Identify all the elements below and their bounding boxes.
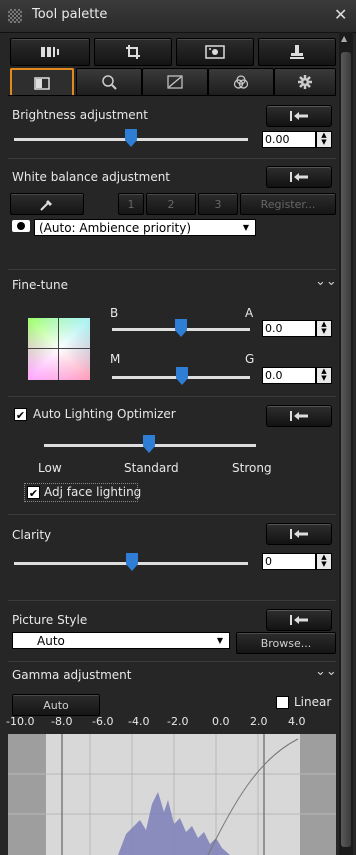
linear-label: Linear (294, 695, 332, 709)
tab-tone-curve[interactable] (142, 68, 208, 96)
picture-style-label: Picture Style (12, 613, 88, 627)
gear-icon (298, 75, 312, 89)
white-balance-select-value: (Auto: Ambience priority) (39, 220, 192, 235)
white-balance-reset-button[interactable] (266, 166, 332, 188)
dropdown-arrow-icon: ▼ (216, 636, 223, 645)
fine-tune-g-label: G (245, 352, 255, 366)
wb-register-button[interactable]: Register... (240, 193, 336, 215)
browse-button[interactable]: Browse... (236, 632, 336, 654)
gamma-tick-label: -10.0 (6, 715, 35, 728)
picture-style-reset-button[interactable] (266, 609, 332, 631)
basic-tool-button[interactable] (10, 38, 90, 66)
linear-checkbox[interactable] (276, 696, 289, 709)
grip-icon (8, 9, 22, 23)
picture-style-select[interactable]: Auto ▼ (12, 632, 230, 649)
clarity-label: Clarity (12, 528, 52, 542)
fine-tune-mg-spinner[interactable]: ▲ ▼ (316, 367, 332, 384)
fine-tune-ba-thumb[interactable] (175, 319, 187, 337)
white-balance-label: White balance adjustment (12, 170, 171, 184)
wb-slot-2-button[interactable]: 2 (146, 193, 196, 215)
reset-arrow-icon (290, 615, 308, 625)
gamma-histogram[interactable] (8, 734, 336, 855)
fine-tune-mg-input[interactable]: 0.0 (262, 367, 316, 384)
wb-slot-1-button[interactable]: 1 (118, 193, 144, 215)
film-strip-icon (41, 47, 59, 57)
fine-tune-ba-input[interactable]: 0.0 (262, 320, 316, 337)
gamma-tick-label: -2.0 (167, 715, 189, 728)
close-button[interactable]: ✕ (334, 5, 347, 24)
picture-style-select-value: Auto (37, 633, 65, 648)
spot-removal-icon (205, 45, 225, 59)
gamma-label: Gamma adjustment (12, 668, 132, 682)
clarity-slider-thumb[interactable] (126, 553, 138, 571)
window-title: Tool palette (32, 7, 108, 22)
tone-curve-icon (167, 75, 183, 89)
tab-basic-image[interactable] (10, 68, 74, 96)
fine-tune-a-label: A (245, 306, 254, 320)
reset-arrow-icon (290, 411, 308, 421)
gamma-tick-label: 0.0 (212, 715, 230, 728)
collapse-chevron-icon[interactable]: ⌄⌄ (315, 664, 337, 679)
alo-standard-label: Standard (124, 461, 179, 475)
reset-arrow-icon (290, 111, 308, 121)
brightness-reset-button[interactable] (266, 105, 332, 127)
wb-slot-3-button[interactable]: 3 (198, 193, 238, 215)
brightness-spinner[interactable]: ▲ ▼ (316, 131, 332, 148)
color-circles-icon (233, 75, 249, 89)
tab-detail[interactable] (76, 68, 142, 96)
collapse-chevron-icon[interactable]: ⌄⌄ (315, 274, 337, 289)
fine-tune-mg-thumb[interactable] (176, 367, 188, 385)
magnify-icon (102, 75, 117, 90)
brightness-square-icon (34, 76, 50, 90)
stamp-icon (290, 45, 304, 59)
reset-arrow-icon (290, 529, 308, 539)
gamma-auto-button[interactable]: Auto (12, 694, 100, 716)
camera-icon (12, 220, 30, 232)
clarity-value-input[interactable]: 0 (262, 553, 316, 570)
scroll-up-arrow-icon[interactable]: ▲ (341, 34, 347, 43)
crop-icon (126, 45, 140, 59)
tab-color[interactable] (208, 68, 274, 96)
eyedropper-icon (40, 200, 52, 211)
fine-tune-m-label: M (110, 352, 121, 366)
gamma-tick-label: -8.0 (51, 715, 73, 728)
alo-strong-label: Strong (232, 461, 272, 475)
gamma-tick-label: -4.0 (128, 715, 150, 728)
alo-label: Auto Lighting Optimizer (33, 407, 176, 421)
crop-tool-button[interactable] (94, 38, 172, 66)
brightness-slider-thumb[interactable] (125, 129, 137, 147)
alo-reset-button[interactable] (266, 405, 332, 427)
tab-settings[interactable] (274, 68, 336, 96)
brightness-value-input[interactable]: 0.00 (262, 131, 316, 148)
gamma-tick-label: -6.0 (92, 715, 114, 728)
dropdown-arrow-icon: ▼ (242, 223, 249, 232)
color-grid-icon[interactable] (28, 318, 90, 380)
stamp-tool-button[interactable] (258, 38, 336, 66)
alo-checkbox[interactable]: ✔ (14, 408, 27, 422)
alo-low-label: Low (38, 461, 62, 475)
fine-tune-label: Fine-tune (12, 278, 68, 292)
eyedropper-button[interactable] (10, 193, 84, 215)
fine-tune-ba-spinner[interactable]: ▲ ▼ (316, 320, 332, 337)
clarity-reset-button[interactable] (266, 523, 332, 545)
white-balance-select[interactable]: (Auto: Ambience priority) ▼ (34, 219, 256, 236)
fine-tune-b-label: B (110, 306, 119, 320)
brightness-label: Brightness adjustment (12, 108, 148, 122)
dust-delete-button[interactable] (176, 38, 254, 66)
clarity-spinner[interactable]: ▲ ▼ (316, 553, 332, 570)
scrollbar-thumb[interactable] (341, 52, 351, 847)
gamma-tick-label: 2.0 (250, 715, 268, 728)
face-lighting-label: Adj face lighting (44, 485, 142, 499)
face-lighting-checkbox[interactable]: ✔ (27, 486, 40, 500)
gamma-tick-label: 4.0 (288, 715, 306, 728)
reset-arrow-icon (290, 172, 308, 182)
alo-slider-thumb[interactable] (143, 435, 155, 453)
